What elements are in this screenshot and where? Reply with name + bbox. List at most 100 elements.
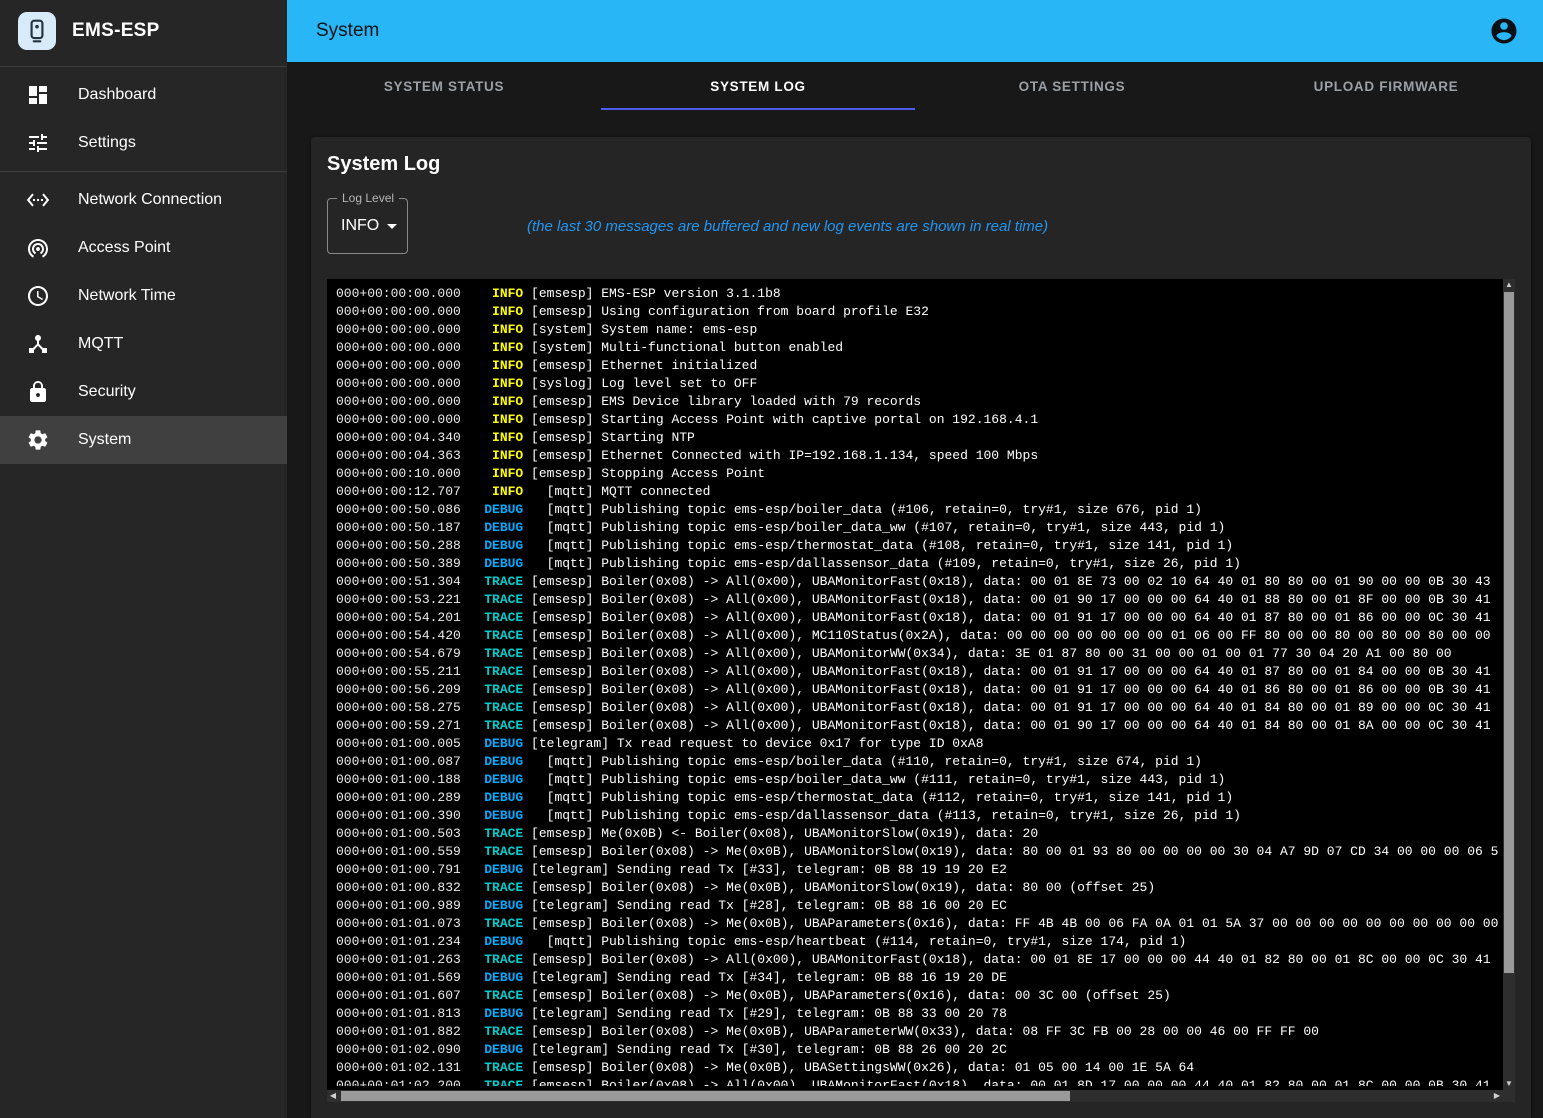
sidebar-item-system[interactable]: System: [0, 416, 287, 464]
log-line: 000+00:00:50.288DEBUG [mqtt] Publishing …: [336, 537, 1499, 555]
sidebar-item-label: Network Time: [78, 287, 176, 305]
tune-icon: [26, 131, 50, 155]
log-line: 000+00:00:00.000INFO [system] System nam…: [336, 321, 1499, 339]
vertical-scrollbar-thumb[interactable]: [1504, 292, 1514, 973]
tab-bar: SYSTEM STATUSSYSTEM LOGOTA SETTINGSUPLOA…: [287, 62, 1543, 110]
log-line: 000+00:01:02.090DEBUG [telegram] Sending…: [336, 1041, 1499, 1059]
log-level-label: Log Level: [337, 191, 399, 205]
tab-ota-settings[interactable]: OTA SETTINGS: [915, 62, 1229, 110]
account-icon[interactable]: [1489, 16, 1519, 46]
sidebar-item-label: Settings: [78, 134, 136, 152]
log-line: 000+00:00:54.420TRACE [emsesp] Boiler(0x…: [336, 627, 1499, 645]
tab-upload-firmware[interactable]: UPLOAD FIRMWARE: [1229, 62, 1543, 110]
tab-system-log[interactable]: SYSTEM LOG: [601, 62, 915, 110]
sidebar-item-label: Security: [78, 383, 136, 401]
sidebar-item-label: Dashboard: [78, 86, 156, 104]
sidebar-item-dashboard[interactable]: Dashboard: [0, 71, 287, 119]
log-line: 000+00:00:50.086DEBUG [mqtt] Publishing …: [336, 501, 1499, 519]
device-hub-icon: [26, 332, 50, 356]
log-line: 000+00:00:53.221TRACE [emsesp] Boiler(0x…: [336, 591, 1499, 609]
horizontal-scrollbar[interactable]: ◀ ▶: [327, 1090, 1503, 1102]
divider: [0, 66, 287, 67]
scroll-up-icon[interactable]: ▲: [1503, 279, 1515, 291]
log-line: 000+00:00:59.271TRACE [emsesp] Boiler(0x…: [336, 717, 1499, 735]
log-level-select[interactable]: Log Level INFO: [327, 198, 408, 254]
sidebar-item-network-connection[interactable]: Network Connection: [0, 176, 287, 224]
log-line: 000+00:00:00.000INFO [emsesp] EMS Device…: [336, 393, 1499, 411]
log-line: 000+00:01:02.200TRACE [emsesp] Boiler(0x…: [336, 1077, 1499, 1086]
log-line: 000+00:00:00.000INFO [syslog] Log level …: [336, 375, 1499, 393]
scroll-down-icon[interactable]: ▼: [1503, 1078, 1515, 1090]
log-line: 000+00:00:55.211TRACE [emsesp] Boiler(0x…: [336, 663, 1499, 681]
log-level-value: INFO: [341, 217, 379, 235]
log-line: 000+00:01:00.791DEBUG [telegram] Sending…: [336, 861, 1499, 879]
log-line: 000+00:01:01.263TRACE [emsesp] Boiler(0x…: [336, 951, 1499, 969]
topbar: System: [287, 0, 1543, 62]
log-line: 000+00:00:00.000INFO [emsesp] Starting A…: [336, 411, 1499, 429]
gear-icon: [26, 428, 50, 452]
sidebar-item-security[interactable]: Security: [0, 368, 287, 416]
log-line: 000+00:00:51.304TRACE [emsesp] Boiler(0x…: [336, 573, 1499, 591]
scroll-right-icon[interactable]: ▶: [1491, 1090, 1503, 1102]
system-log-card: System Log Log Level INFO (the last 30 m…: [311, 137, 1531, 1118]
sidebar: EMS-ESP DashboardSettingsNetwork Connect…: [0, 0, 287, 1118]
page-title: System: [316, 20, 379, 42]
app-root: EMS-ESP DashboardSettingsNetwork Connect…: [0, 0, 1543, 1118]
sidebar-item-settings[interactable]: Settings: [0, 119, 287, 167]
sidebar-item-mqtt[interactable]: MQTT: [0, 320, 287, 368]
log-line: 000+00:00:50.389DEBUG [mqtt] Publishing …: [336, 555, 1499, 573]
scroll-left-icon[interactable]: ◀: [327, 1090, 339, 1102]
log-line: 000+00:00:54.679TRACE [emsesp] Boiler(0x…: [336, 645, 1499, 663]
log-line: 000+00:01:01.882TRACE [emsesp] Boiler(0x…: [336, 1023, 1499, 1041]
sidebar-item-label: MQTT: [78, 335, 123, 353]
log-line: 000+00:00:04.340INFO [emsesp] Starting N…: [336, 429, 1499, 447]
log-line: 000+00:00:54.201TRACE [emsesp] Boiler(0x…: [336, 609, 1499, 627]
log-line: 000+00:01:00.989DEBUG [telegram] Sending…: [336, 897, 1499, 915]
log-line: 000+00:01:02.131TRACE [emsesp] Boiler(0x…: [336, 1059, 1499, 1077]
divider: [0, 171, 287, 172]
app-logo-icon: [18, 12, 56, 50]
ethernet-icon: [26, 188, 50, 212]
log-hint: (the last 30 messages are buffered and n…: [527, 218, 1048, 235]
log-line: 000+00:01:01.073TRACE [emsesp] Boiler(0x…: [336, 915, 1499, 933]
log-level-row: Log Level INFO (the last 30 messages are…: [327, 198, 1515, 254]
log-line: 000+00:01:00.188DEBUG [mqtt] Publishing …: [336, 771, 1499, 789]
log-console-content: 000+00:00:00.000INFO [emsesp] EMS-ESP ve…: [336, 285, 1499, 1086]
log-line: 000+00:01:00.503TRACE [emsesp] Me(0x0B) …: [336, 825, 1499, 843]
sidebar-item-label: Access Point: [78, 239, 170, 257]
log-line: 000+00:01:01.569DEBUG [telegram] Sending…: [336, 969, 1499, 987]
log-line: 000+00:00:00.000INFO [emsesp] Using conf…: [336, 303, 1499, 321]
dashboard-icon: [26, 83, 50, 107]
sidebar-item-access-point[interactable]: Access Point: [0, 224, 287, 272]
log-line: 000+00:00:58.275TRACE [emsesp] Boiler(0x…: [336, 699, 1499, 717]
clock-icon: [26, 284, 50, 308]
log-line: 000+00:00:12.707INFO [mqtt] MQTT connect…: [336, 483, 1499, 501]
tab-system-status[interactable]: SYSTEM STATUS: [287, 62, 601, 110]
log-line: 000+00:01:01.234DEBUG [mqtt] Publishing …: [336, 933, 1499, 951]
log-line: 000+00:01:00.832TRACE [emsesp] Boiler(0x…: [336, 879, 1499, 897]
sidebar-item-label: System: [78, 431, 131, 449]
log-line: 000+00:00:00.000INFO [system] Multi-func…: [336, 339, 1499, 357]
log-line: 000+00:00:04.363INFO [emsesp] Ethernet C…: [336, 447, 1499, 465]
log-line: 000+00:01:00.559TRACE [emsesp] Boiler(0x…: [336, 843, 1499, 861]
log-line: 000+00:01:00.005DEBUG [telegram] Tx read…: [336, 735, 1499, 753]
card-title: System Log: [327, 153, 1515, 176]
log-line: 000+00:00:00.000INFO [emsesp] Ethernet i…: [336, 357, 1499, 375]
wifi-tethering-icon: [26, 236, 50, 260]
horizontal-scrollbar-thumb[interactable]: [341, 1091, 1070, 1101]
vertical-scrollbar[interactable]: ▲ ▼: [1503, 279, 1515, 1090]
log-line: 000+00:01:01.607TRACE [emsesp] Boiler(0x…: [336, 987, 1499, 1005]
sidebar-item-network-time[interactable]: Network Time: [0, 272, 287, 320]
log-line: 000+00:00:56.209TRACE [emsesp] Boiler(0x…: [336, 681, 1499, 699]
log-line: 000+00:01:00.087DEBUG [mqtt] Publishing …: [336, 753, 1499, 771]
scrollbar-corner: [1503, 1090, 1515, 1102]
log-line: 000+00:01:01.813DEBUG [telegram] Sending…: [336, 1005, 1499, 1023]
sidebar-item-label: Network Connection: [78, 191, 222, 209]
log-line: 000+00:00:50.187DEBUG [mqtt] Publishing …: [336, 519, 1499, 537]
lock-icon: [26, 380, 50, 404]
sidebar-nav: Dashboard Settings Network Connection Acces…: [0, 71, 287, 464]
log-line: 000+00:01:00.390DEBUG [mqtt] Publishing …: [336, 807, 1499, 825]
log-console[interactable]: 000+00:00:00.000INFO [emsesp] EMS-ESP ve…: [327, 279, 1515, 1102]
log-line: 000+00:00:10.000INFO [emsesp] Stopping A…: [336, 465, 1499, 483]
log-line: 000+00:00:00.000INFO [emsesp] EMS-ESP ve…: [336, 285, 1499, 303]
